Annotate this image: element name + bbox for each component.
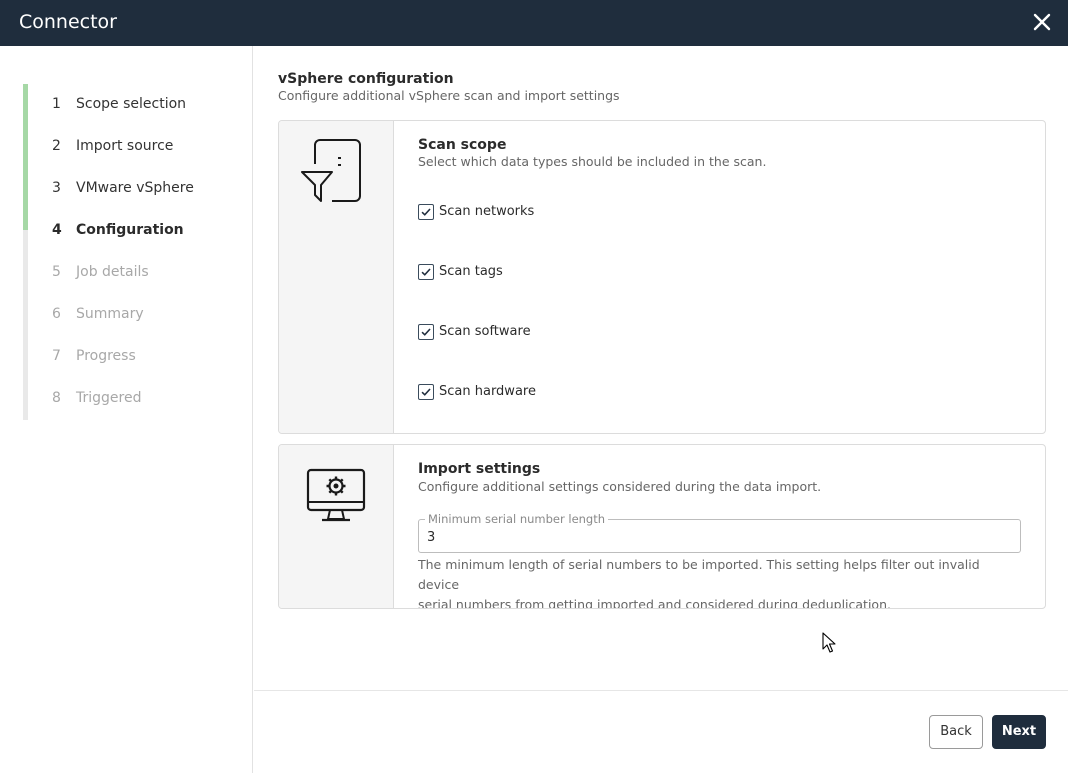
step-number: 1 [52, 96, 61, 112]
step-vmware-vsphere[interactable]: 3 VMware vSphere [52, 177, 194, 199]
page-subtitle: Configure additional vSphere scan and im… [278, 88, 620, 103]
mouse-cursor-icon [822, 632, 836, 653]
checkbox-label: Scan hardware [439, 384, 536, 399]
import-settings-icon-panel [279, 445, 394, 608]
stepper-progress-track [23, 84, 28, 420]
scan-scope-icon-panel [279, 121, 394, 433]
min-serial-length-input[interactable] [427, 528, 1007, 546]
min-serial-length-help: The minimum length of serial numbers to … [418, 555, 1018, 609]
scan-scope-subtitle: Select which data types should be includ… [418, 154, 767, 169]
step-number: 3 [52, 180, 61, 196]
close-icon[interactable] [1031, 11, 1053, 33]
step-scope-selection[interactable]: 1 Scope selection [52, 93, 186, 115]
step-number: 4 [52, 222, 62, 238]
step-label: Triggered [76, 390, 142, 406]
step-label: Configuration [76, 222, 184, 238]
stepper-progress-fill [23, 84, 28, 230]
main-content: vSphere configuration Configure addition… [254, 46, 1068, 773]
step-label: Summary [76, 306, 144, 322]
import-settings-subtitle: Configure additional settings considered… [418, 479, 822, 494]
next-button[interactable]: Next [992, 715, 1046, 749]
step-configuration: 4 Configuration [52, 219, 184, 241]
checkbox-checked-icon[interactable] [418, 204, 434, 220]
wizard-stepper: 1 Scope selection 2 Import source 3 VMware … [0, 46, 253, 773]
checkbox-label: Scan software [439, 324, 531, 339]
step-number: 7 [52, 348, 61, 364]
import-settings-title: Import settings [418, 461, 541, 477]
step-label: Job details [76, 264, 149, 280]
step-label: Import source [76, 138, 174, 154]
step-job-details: 5 Job details [52, 261, 149, 283]
page-title: vSphere configuration [278, 71, 454, 87]
step-progress: 7 Progress [52, 345, 136, 367]
step-number: 6 [52, 306, 61, 322]
import-settings-card: Import settings Configure additional set… [278, 444, 1046, 609]
step-summary: 6 Summary [52, 303, 144, 325]
checkbox-label: Scan networks [439, 204, 535, 219]
title-bar: Connector [0, 0, 1068, 46]
min-serial-length-label: Minimum serial number length [425, 512, 609, 526]
checkbox-checked-icon[interactable] [418, 324, 434, 340]
step-triggered: 8 Triggered [52, 387, 141, 409]
min-serial-length-field[interactable]: Minimum serial number length [418, 512, 1021, 553]
back-button[interactable]: Back [929, 715, 983, 749]
window-title: Connector [19, 11, 117, 33]
checkbox-label: Scan tags [439, 264, 503, 279]
step-label: Scope selection [76, 96, 187, 112]
step-number: 2 [52, 138, 61, 154]
scan-scope-card: Scan scope Select which data types shoul… [278, 120, 1046, 434]
step-number: 8 [52, 390, 61, 406]
help-text-line: serial numbers from getting imported and… [418, 597, 891, 609]
step-number: 5 [52, 264, 61, 280]
footer-divider [254, 690, 1068, 691]
scan-scope-title: Scan scope [418, 137, 507, 153]
help-text-line: The minimum length of serial numbers to … [418, 557, 980, 592]
checkbox-checked-icon[interactable] [418, 384, 434, 400]
checkbox-checked-icon[interactable] [418, 264, 434, 280]
step-label: Progress [76, 348, 136, 364]
file-filter-icon [301, 139, 361, 202]
step-label: VMware vSphere [76, 180, 194, 196]
monitor-settings-icon [306, 468, 366, 522]
step-import-source[interactable]: 2 Import source [52, 135, 173, 157]
